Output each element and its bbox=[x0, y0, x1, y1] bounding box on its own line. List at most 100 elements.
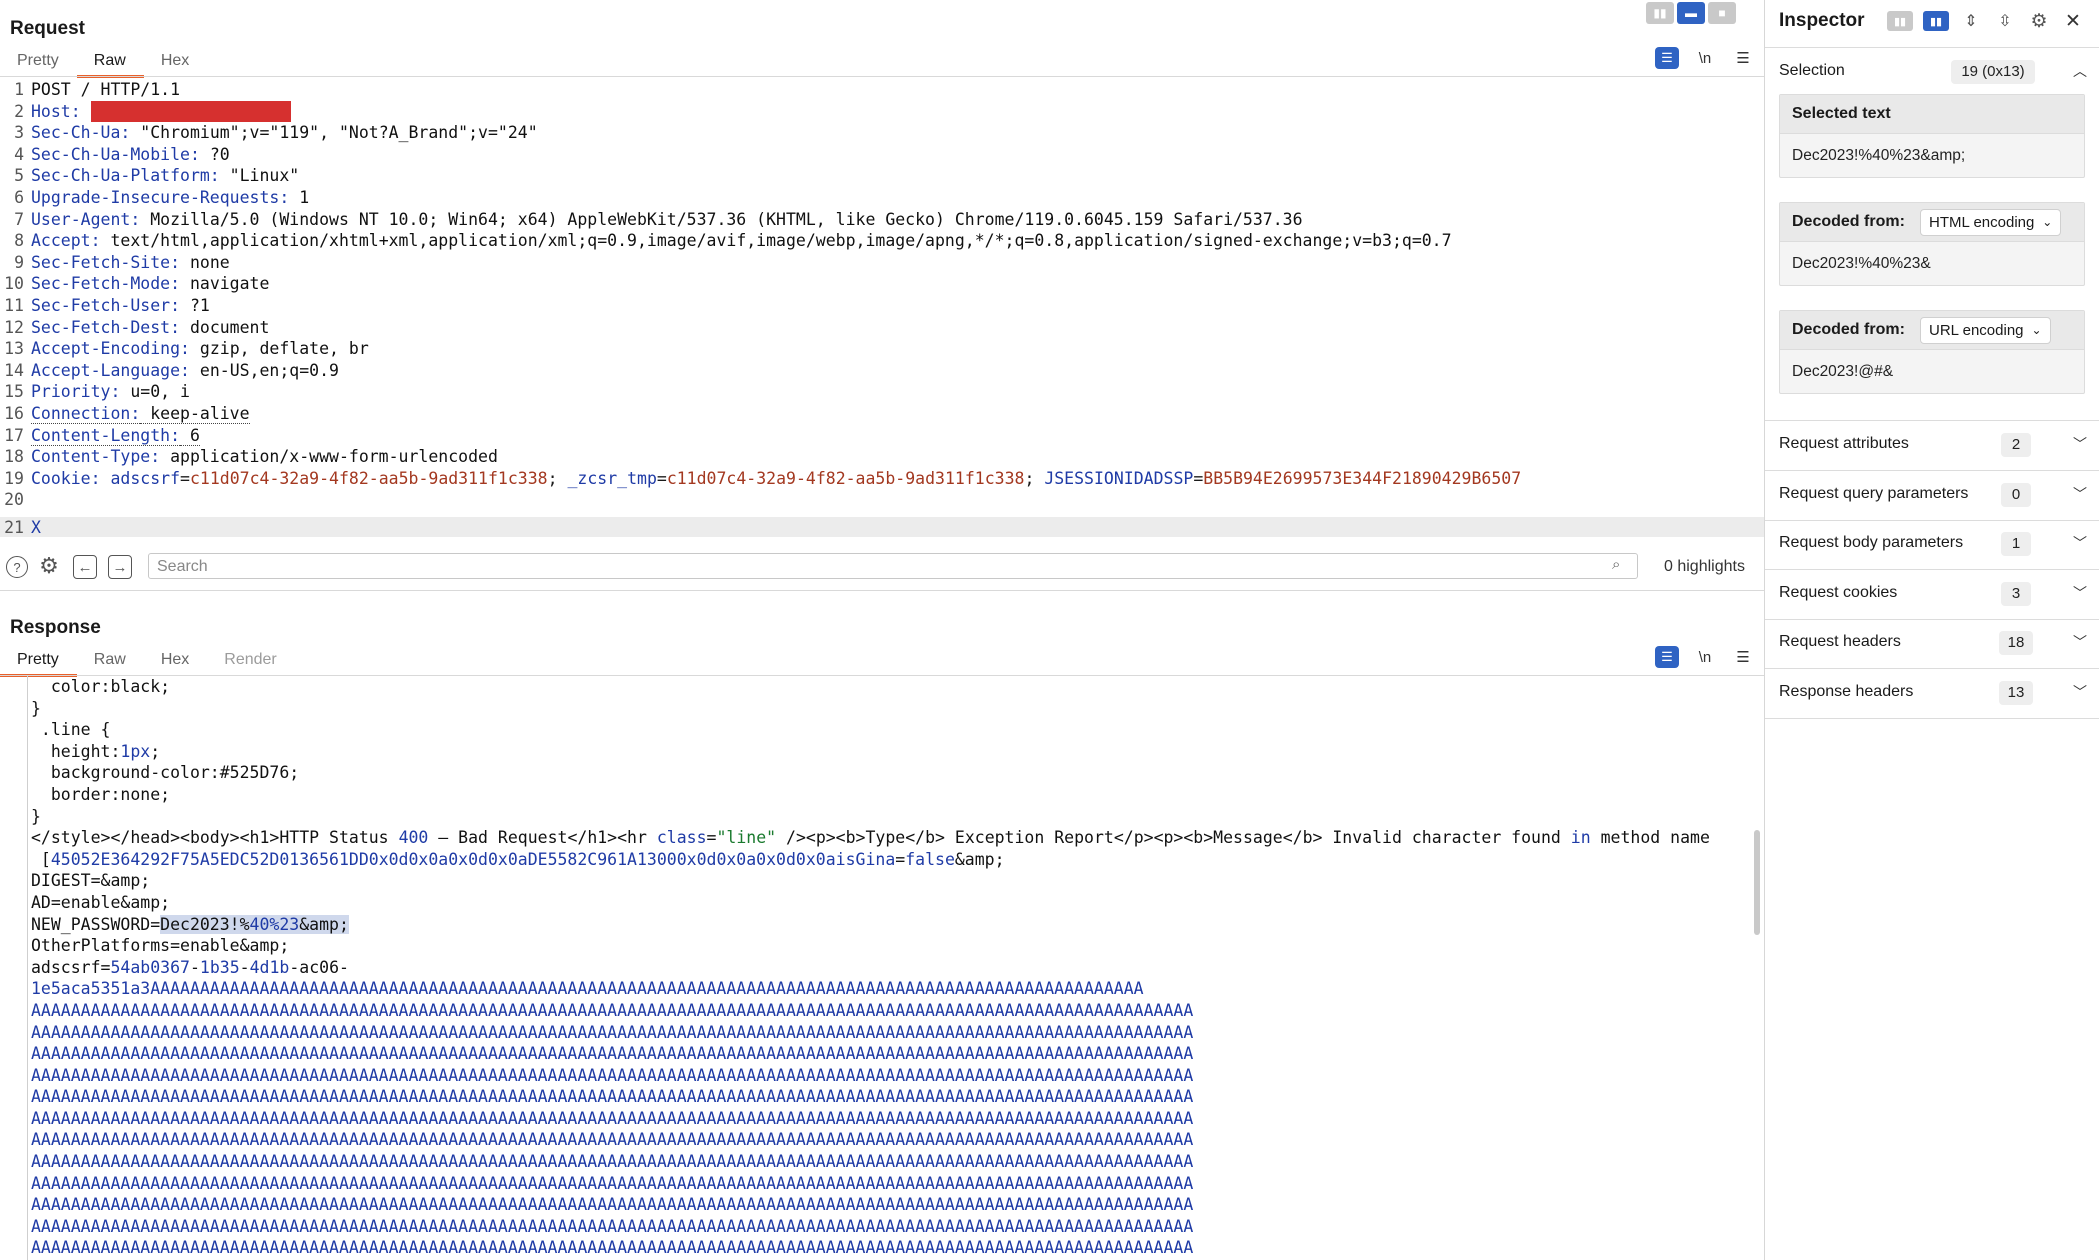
line-number: 3 bbox=[14, 123, 24, 143]
forward-icon[interactable]: → bbox=[108, 555, 132, 579]
collapse-all-icon[interactable]: ⇳ bbox=[1993, 10, 2017, 32]
word-wrap-icon[interactable]: ☰ bbox=[1655, 47, 1679, 69]
tab-hex[interactable]: Hex bbox=[144, 49, 207, 75]
chevron-down-icon[interactable]: ﹀ bbox=[2073, 682, 2087, 702]
chevron-up-icon[interactable]: ︿ bbox=[2073, 61, 2087, 81]
encoding-select[interactable]: HTML encoding ⌄ bbox=[1920, 209, 2062, 236]
layout-side-by-side-icon[interactable]: ▮▮ bbox=[1646, 2, 1674, 24]
inspector-section-request-attributes[interactable]: Request attributes 2 ﹀ bbox=[1765, 421, 2099, 471]
chevron-down-icon[interactable]: ﹀ bbox=[2073, 533, 2087, 553]
tab-raw[interactable]: Raw bbox=[77, 648, 144, 674]
padding-line: AAAAAAAAAAAAAAAAAAAAAAAAAAAAAAAAAAAAAAAA… bbox=[31, 1044, 1194, 1064]
code-line: DIGEST=&amp; bbox=[0, 870, 1764, 892]
cookie-name: adscsrf bbox=[110, 468, 181, 488]
settings-icon[interactable]: ⚙ bbox=[2027, 10, 2051, 32]
section-label: Request attributes bbox=[1779, 435, 1909, 452]
response-editor[interactable]: color:black;} .line { height:1px; backgr… bbox=[0, 676, 1764, 1260]
tab-render[interactable]: Render bbox=[207, 648, 294, 674]
line-content: } bbox=[31, 698, 41, 720]
menu-icon[interactable]: ☰ bbox=[1731, 646, 1755, 668]
selection-badge: 19 (0x13) bbox=[1951, 60, 2035, 84]
code-line: AAAAAAAAAAAAAAAAAAAAAAAAAAAAAAAAAAAAAAAA… bbox=[0, 1043, 1764, 1065]
code-line: AAAAAAAAAAAAAAAAAAAAAAAAAAAAAAAAAAAAAAAA… bbox=[0, 1151, 1764, 1173]
word-wrap-icon[interactable]: ☰ bbox=[1655, 646, 1679, 668]
code-line: NEW_PASSWORD=Dec2023!%40%23&amp; bbox=[0, 914, 1764, 936]
count-badge: 13 bbox=[1999, 680, 2033, 705]
code-line: 7 User-Agent: Mozilla/5.0 (Windows NT 10.… bbox=[0, 209, 1764, 231]
decoded-url-value[interactable]: Dec2023!@#& bbox=[1780, 350, 2084, 394]
decoded-html-value[interactable]: Dec2023!%40%23& bbox=[1780, 242, 2084, 286]
header-name: Upgrade-Insecure-Requests: bbox=[31, 187, 290, 207]
line-content: AAAAAAAAAAAAAAAAAAAAAAAAAAAAAAAAAAAAAAAA… bbox=[31, 1065, 1193, 1087]
header-name: Accept: bbox=[31, 231, 101, 251]
search-icon: ⌕ bbox=[1612, 556, 1621, 573]
line-content: AAAAAAAAAAAAAAAAAAAAAAAAAAAAAAAAAAAAAAAA… bbox=[31, 1129, 1193, 1151]
selection-section-header[interactable]: Selection 19 (0x13) ︿ bbox=[1765, 48, 2099, 97]
line-content: Content-Type: application/x-www-form-url… bbox=[31, 446, 498, 468]
newline-toggle[interactable]: \n bbox=[1693, 646, 1717, 668]
inspector-section-response-headers[interactable]: Response headers 13 ﹀ bbox=[1765, 669, 2099, 719]
help-icon[interactable]: ? bbox=[6, 556, 28, 578]
line-number: 7 bbox=[14, 209, 24, 229]
line-content: AAAAAAAAAAAAAAAAAAAAAAAAAAAAAAAAAAAAAAAA… bbox=[31, 1043, 1193, 1065]
section-label: Response headers bbox=[1779, 682, 1914, 700]
code-line: 14 Accept-Language: en-US,en;q=0.9 bbox=[0, 360, 1764, 382]
text: &amp; bbox=[954, 849, 1005, 869]
response-scrollbar[interactable] bbox=[1754, 830, 1760, 935]
tab-hex[interactable]: Hex bbox=[144, 648, 207, 674]
settings-icon[interactable]: ⚙ bbox=[37, 553, 61, 578]
inspector-section-request-cookies[interactable]: Request cookies 3 ﹀ bbox=[1765, 570, 2099, 620]
line-content: Sec-Ch-Ua-Mobile: ?0 bbox=[31, 144, 230, 166]
header-name: Sec-Fetch-Mode: bbox=[31, 274, 181, 294]
chevron-down-icon[interactable]: ﹀ bbox=[2073, 434, 2087, 454]
html-text: /><p><b>Type</b> Exception Report</p><p>… bbox=[776, 828, 1571, 848]
inspector-layout-left-icon[interactable]: ▮▮ bbox=[1887, 11, 1913, 31]
line-number: 18 bbox=[4, 447, 24, 467]
layout-stacked-icon[interactable]: ▬ bbox=[1677, 2, 1705, 24]
chevron-down-icon[interactable]: ﹀ bbox=[2073, 632, 2087, 652]
tab-pretty[interactable]: Pretty bbox=[0, 49, 77, 75]
expand-all-icon[interactable]: ⇕ bbox=[1959, 10, 1983, 32]
tab-raw[interactable]: Raw bbox=[76, 49, 144, 78]
line-content: NEW_PASSWORD=Dec2023!%40%23&amp; bbox=[31, 914, 349, 936]
line-content: OtherPlatforms=enable&amp; bbox=[31, 935, 289, 957]
code-line: 16 Connection: keep-alive bbox=[0, 403, 1764, 425]
close-icon[interactable]: ✕ bbox=[2061, 10, 2085, 32]
highlights-count: 0 highlights bbox=[1664, 558, 1745, 575]
text: 40 bbox=[249, 914, 270, 934]
selected-text-value[interactable]: Dec2023!%40%23&amp; bbox=[1780, 134, 2084, 178]
css-line: } bbox=[31, 806, 41, 826]
line-content: [45052E364292F75A5EDC52D0136561DD0x0d0x0… bbox=[31, 849, 1005, 871]
text: - bbox=[189, 957, 200, 977]
header-name: X bbox=[31, 517, 41, 537]
encoding-select[interactable]: URL encoding ⌄ bbox=[1920, 317, 2051, 344]
inspector-section-request-query-parameters[interactable]: Request query parameters 0 ﹀ bbox=[1765, 471, 2099, 521]
newline-toggle[interactable]: \n bbox=[1693, 47, 1717, 69]
selected-text[interactable]: Dec2023!%40%23&amp; bbox=[160, 914, 349, 934]
padding-line: AAAAAAAAAAAAAAAAAAAAAAAAAAAAAAAAAAAAAAAA… bbox=[31, 1000, 1194, 1020]
code-line: background-color:#525D76; bbox=[0, 762, 1764, 784]
layout-tabs-icon[interactable]: ■ bbox=[1708, 2, 1736, 24]
request-editor[interactable]: 1 POST / HTTP/1.1 2 Host: 3 Sec-Ch-Ua: "Chro… bbox=[0, 79, 1764, 537]
line-content: Accept: text/html,application/xhtml+xml,… bbox=[31, 230, 1452, 252]
section-label: Request headers bbox=[1779, 633, 1901, 650]
chevron-down-icon[interactable]: ﹀ bbox=[2073, 583, 2087, 603]
csrf-part: 1b35 bbox=[199, 957, 240, 977]
padding-line: 1e5aca5351a3AAAAAAAAAAAAAAAAAAAAAAAAAAAA… bbox=[31, 979, 1144, 999]
decoded-html-card: Decoded from: HTML encoding ⌄ Dec2023!%40… bbox=[1779, 202, 2085, 286]
back-icon[interactable]: ← bbox=[73, 555, 97, 579]
tab-pretty[interactable]: Pretty bbox=[0, 648, 77, 677]
line-content: POST / HTTP/1.1 bbox=[31, 79, 180, 101]
inspector-layout-right-icon[interactable]: ▮▮ bbox=[1923, 11, 1949, 31]
text: OtherPlatforms=enable&amp; bbox=[31, 936, 290, 956]
padding-line: AAAAAAAAAAAAAAAAAAAAAAAAAAAAAAAAAAAAAAAA… bbox=[31, 1173, 1194, 1193]
search-input[interactable]: Search bbox=[148, 553, 1638, 579]
code-line: AAAAAAAAAAAAAAAAAAAAAAAAAAAAAAAAAAAAAAAA… bbox=[0, 1065, 1764, 1087]
chevron-down-icon[interactable]: ﹀ bbox=[2073, 484, 2087, 504]
inspector-section-request-headers[interactable]: Request headers 18 ﹀ bbox=[1765, 619, 2099, 669]
header-name: Sec-Fetch-Site: bbox=[31, 252, 181, 272]
menu-icon[interactable]: ☰ bbox=[1731, 47, 1755, 69]
text: Dec2023!% bbox=[160, 914, 250, 934]
inspector-section-request-body-parameters[interactable]: Request body parameters 1 ﹀ bbox=[1765, 520, 2099, 570]
csrf-part: 54ab0367 bbox=[110, 957, 190, 977]
